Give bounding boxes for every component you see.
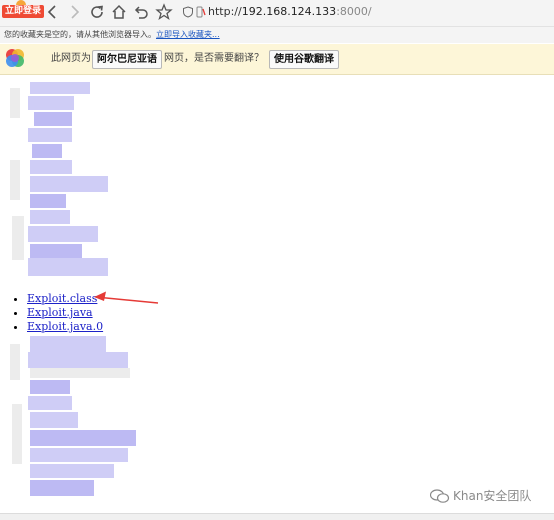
url-port: :8000/ — [336, 5, 372, 18]
url-host: 192.168.124.133 — [241, 5, 337, 18]
bookmarks-empty-text: 您的收藏夹是空的，请从其他浏览器导入。 — [4, 30, 156, 39]
home-icon[interactable] — [110, 3, 128, 21]
refresh-icon[interactable] — [88, 3, 106, 21]
wechat-icon — [430, 489, 450, 503]
favorite-star-icon[interactable] — [155, 3, 173, 21]
file-link[interactable]: Exploit.class — [27, 292, 97, 305]
insecure-icon[interactable] — [196, 6, 206, 18]
translate-bar: 此网页为 阿尔巴尼亚语 网页，是否需要翻译？ 使用谷歌翻译 — [0, 44, 554, 75]
file-link[interactable]: Exploit.java.0 — [27, 320, 103, 333]
url-scheme: http:// — [208, 5, 242, 18]
translate-question: 网页，是否需要翻译？ — [164, 53, 264, 64]
undo-icon[interactable] — [133, 3, 151, 21]
browser-logo-icon — [6, 49, 24, 67]
file-list: Exploit.class Exploit.java Exploit.java.… — [12, 292, 103, 334]
translate-prefix: 此网页为 — [51, 53, 91, 64]
bookmarks-bar: 您的收藏夹是空的，请从其他浏览器导入。 立即导入收藏夹... — [0, 27, 554, 43]
watermark-text: Khan安全团队 — [453, 489, 532, 503]
file-link[interactable]: Exploit.java — [27, 306, 93, 319]
list-item: Exploit.java.0 — [27, 320, 103, 334]
address-bar[interactable]: http://192.168.124.133:8000/ — [178, 3, 548, 21]
shield-icon — [183, 6, 193, 18]
url-text: http://192.168.124.133:8000/ — [208, 3, 372, 21]
language-button[interactable]: 阿尔巴尼亚语 — [92, 50, 162, 69]
translate-button[interactable]: 使用谷歌翻译 — [269, 50, 339, 69]
annotation-arrow — [94, 291, 159, 304]
forward-icon[interactable] — [65, 3, 83, 21]
login-badge[interactable]: 立即登录 — [2, 0, 45, 18]
import-bookmarks-link[interactable]: 立即导入收藏夹... — [156, 27, 220, 43]
back-icon[interactable] — [44, 3, 62, 21]
browser-toolbar: 立即登录 http://192.168.124.133:8000/ — [0, 0, 554, 27]
